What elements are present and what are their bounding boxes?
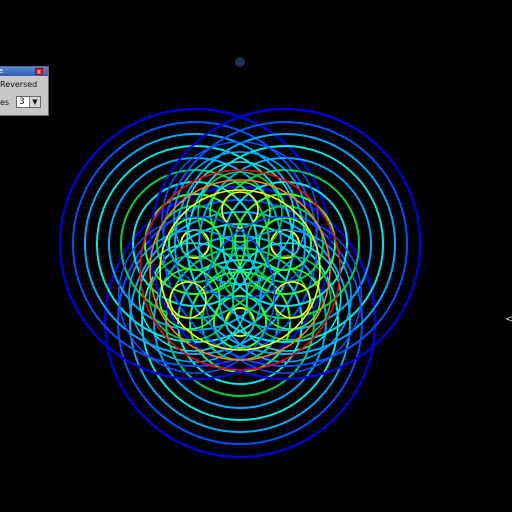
count-label: es (0, 98, 10, 107)
close-button[interactable]: x (35, 68, 43, 76)
panel-title: e (0, 67, 4, 75)
chevron-down-icon[interactable]: ▼ (29, 97, 40, 107)
settings-panel: e x Reversed es 3 ▼ (0, 66, 49, 116)
count-dropdown[interactable]: 3 ▼ (16, 96, 41, 108)
count-value: 3 (19, 97, 25, 107)
ring-stroke (58, 107, 332, 381)
spirograph-art (58, 57, 422, 459)
collapse-handle-icon[interactable]: < (505, 314, 512, 326)
canvas-area[interactable]: e x Reversed es 3 ▼ < (0, 0, 512, 512)
top-marker (235, 57, 245, 67)
panel-titlebar[interactable]: e x (0, 67, 48, 76)
ring-stroke (148, 107, 422, 381)
reversed-option[interactable]: Reversed (0, 80, 37, 90)
